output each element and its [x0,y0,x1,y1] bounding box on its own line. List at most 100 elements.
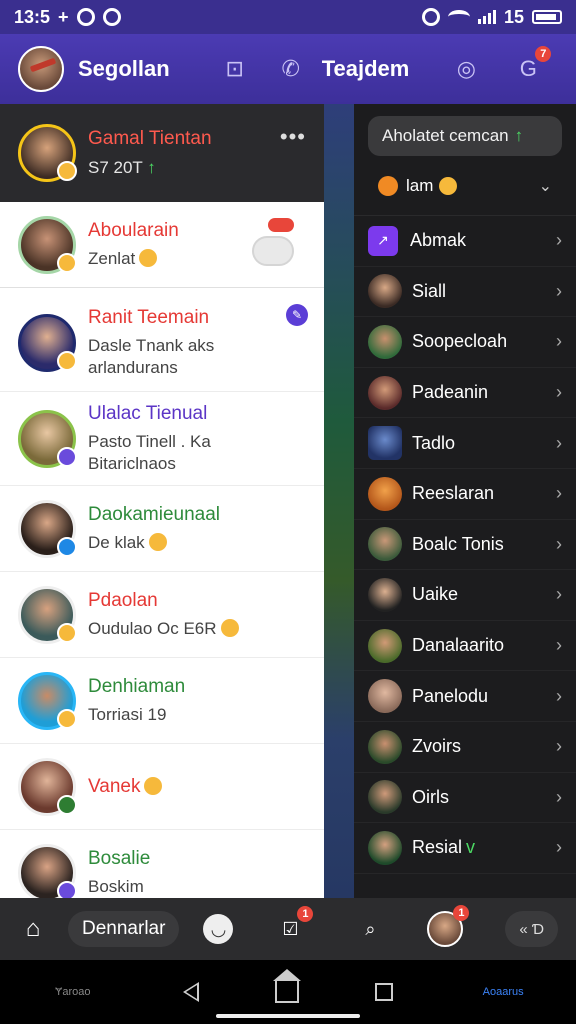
list-item[interactable]: Bosalie Boskim [0,830,324,898]
drawer-profile[interactable]: Gamal Tientan S7 20T ↑ ••• [0,104,324,202]
system-nav-bar: Ɏaroao Aoaarus [0,960,576,1024]
notification-icon [76,8,95,26]
notification-bell-icon[interactable]: G 7 [515,46,552,82]
chat-list: Aboularain Zenlat Ranit Teemain Dasle Tn… [0,202,324,898]
list-item[interactable]: Danalaarito › [354,621,576,672]
list-item[interactable]: Pdaolan Oudulao Oc E6R [0,572,324,658]
profile-name: Gamal Tientan [88,128,212,149]
item-label: Abmak [410,230,467,251]
search-icon[interactable]: ⌕ [355,914,385,944]
list-item[interactable]: Padeanin › [354,368,576,419]
alarm-icon [421,8,440,26]
chat-preview: Dasle Tnank aks arlandurans [88,335,215,377]
chevron-right-icon: › [556,432,562,453]
emoji-icon [439,176,458,195]
filter-dropdown[interactable]: lam ⌄ [354,156,576,216]
nav-left-label[interactable]: Ɏaroao [38,986,108,998]
avatar [378,175,398,196]
wifi-icon [447,10,470,24]
list-item[interactable]: Denhiaman Torriasi 19 [0,658,324,744]
item-label: Siall [412,280,447,301]
list-item[interactable]: Ranit Teemain Dasle Tnank aks arlanduran… [0,288,324,392]
list-item[interactable]: Oirls › [354,773,576,824]
chevron-right-icon: › [556,736,562,757]
avatar [368,577,402,612]
list-item[interactable]: Zvoirs › [354,722,576,773]
app-icon: ↗ [368,225,398,256]
emoji-icon [139,248,158,267]
list-item[interactable]: Siall › [354,267,576,318]
chevron-down-icon[interactable]: ⌄ [539,176,552,196]
item-label: Padeanin [412,382,489,403]
list-item[interactable]: Daokamieunaal De klak [0,486,324,572]
emoji-icon [144,776,163,795]
list-item[interactable]: Panelodu › [354,671,576,722]
avatar [368,780,402,815]
chevron-right-icon: › [556,635,562,656]
search-bar[interactable]: Aholatet cemcan ↑ [368,116,562,156]
active-tab-pill[interactable]: Dennarlar [68,911,180,947]
list-item[interactable]: ↗ Abmak › [354,216,576,267]
item-label: Soopecloah [412,331,508,352]
chevron-right-icon: › [556,685,562,706]
arrow-up-icon: ↑ [514,126,524,145]
chat-name: Aboularain [88,219,179,241]
home-button-icon[interactable] [272,969,301,1003]
unread-badge [268,218,294,232]
avatar [368,729,402,764]
user-avatar[interactable]: 1 [427,905,470,947]
bottom-app-bar: ⌂ Dennarlar ◡ ☑ 1 ⌕ 1 « Ɗ [0,898,576,960]
item-label: Panelodu [412,685,489,706]
notification-badge: 7 [535,46,552,62]
signal-icon [477,10,496,24]
emoji-icon [148,532,167,551]
avatar [368,324,402,359]
chat-bubble-icon[interactable]: ◡ [203,914,234,944]
chevron-right-icon: › [556,483,562,504]
chevron-right-icon: › [556,280,562,301]
list-item[interactable]: Ulalac Tienual Pasto Tinell . Ka Bitaric… [0,392,324,486]
chevron-right-icon: › [556,331,562,352]
chat-preview: Torriasi 19 [88,704,167,724]
extra-action-button[interactable]: « Ɗ [505,911,558,947]
chat-name: Bosalie [88,847,151,869]
list-item[interactable]: Tadlo › [354,418,576,469]
avatar [18,409,77,468]
list-item[interactable]: Boalc Tonis › [354,520,576,571]
tasks-icon[interactable]: ☑ 1 [275,906,314,944]
avatar [18,215,77,274]
avatar [18,313,77,372]
list-item[interactable]: Reeslaran › [354,469,576,520]
list-item[interactable]: Resial v › [354,823,576,874]
avatar [368,628,402,663]
item-label: Reeslaran [412,483,495,504]
home-icon[interactable]: ⌂ [18,914,48,944]
nav-right-label[interactable]: Aoaarus [468,986,538,998]
edit-icon[interactable]: ✎ [286,304,308,326]
camera-icon[interactable] [252,236,294,266]
phone-icon[interactable]: ✆ [278,56,304,82]
more-options-icon[interactable]: ••• [280,124,306,150]
recent-apps-icon[interactable] [374,983,393,1001]
emoji-icon [57,446,77,467]
back-icon[interactable] [183,982,200,1002]
chat-preview: Oudulao Oc E6R [88,618,239,640]
search-text: Aholatet cemcan [382,126,509,145]
list-item[interactable]: Soopecloah › [354,317,576,368]
list-item[interactable]: Uaike › [354,570,576,621]
location-icon[interactable]: ◎ [453,56,479,82]
avatar [18,757,77,816]
profile-avatar[interactable] [18,46,64,92]
avatar [368,830,402,865]
list-item[interactable]: Vanek [0,744,324,830]
emoji-icon [220,618,239,637]
chat-name: Daokamieunaal [88,503,221,525]
list-item[interactable]: Aboularain Zenlat [0,202,324,288]
avatar [368,679,402,714]
bot-icon[interactable]: ⊡ [222,56,248,82]
emoji-icon [57,161,77,181]
chevron-right-icon: › [556,786,562,807]
chat-preview: De klak [88,532,220,554]
item-label: Zvoirs [412,736,461,757]
avatar [368,527,402,562]
